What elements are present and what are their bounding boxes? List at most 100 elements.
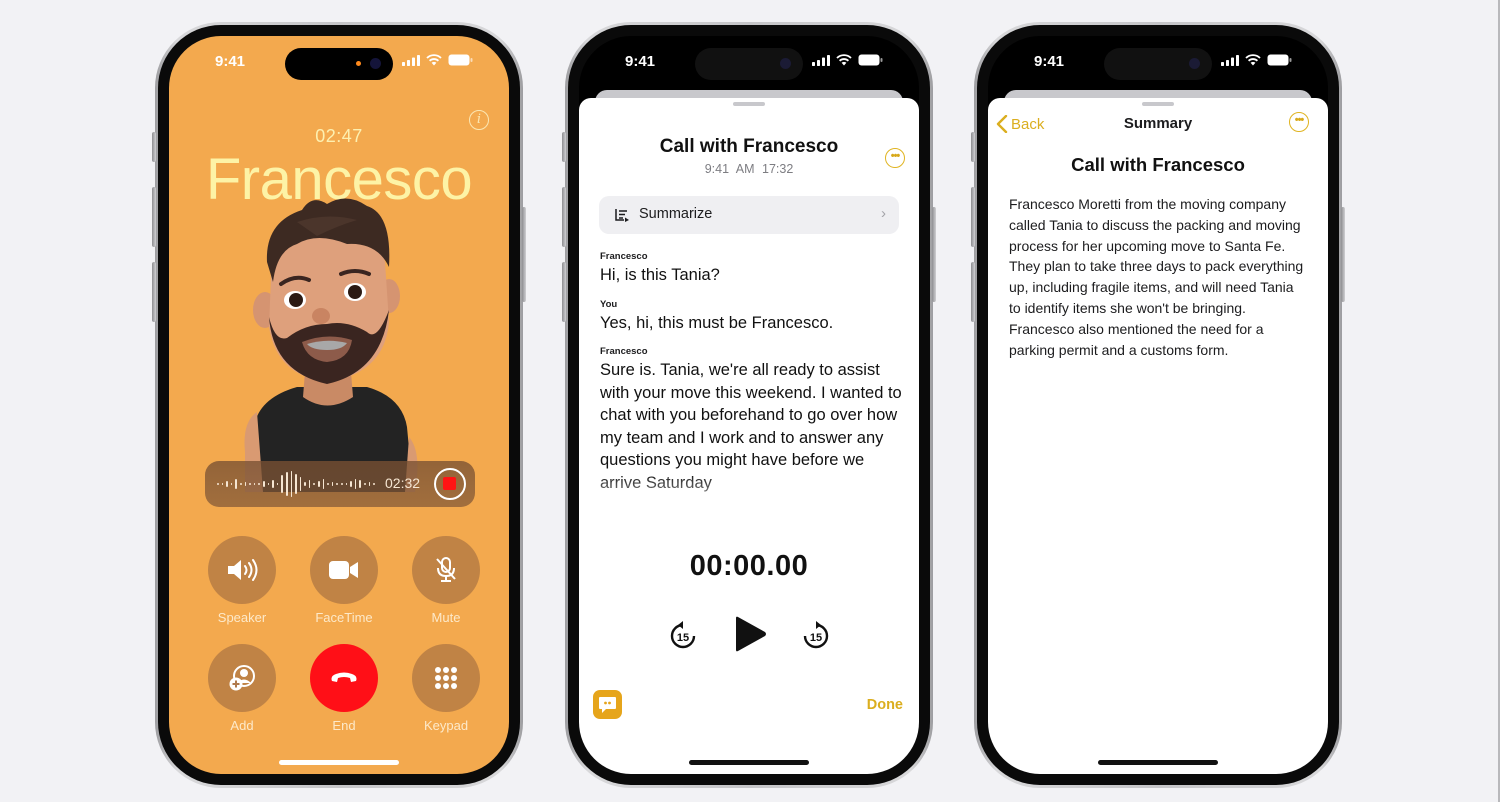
summary-sheet: Summary Back ••• Call with Francesco Fra…	[988, 98, 1328, 774]
waveform-bar	[345, 483, 348, 485]
recording-meta: 9:41 AM 17:32	[704, 162, 794, 176]
recording-screen: 9:41 Call with Francesco 9:41 AM 17:32 •…	[579, 36, 919, 774]
waveform-bar	[373, 483, 375, 485]
more-options-button[interactable]: •••	[1289, 112, 1309, 132]
waveform-bar	[226, 481, 228, 487]
transcript-entry: Francesco Sure is. Tania, we're all read…	[600, 346, 903, 494]
facetime-label: FaceTime	[315, 610, 373, 625]
waveform-bar	[304, 482, 306, 486]
volume-down-button	[971, 262, 975, 322]
skip-forward-15-button[interactable]: 15	[802, 620, 830, 650]
home-indicator[interactable]	[1098, 760, 1218, 765]
add-call-button[interactable]: Add	[208, 644, 276, 733]
waveform-bar	[217, 483, 219, 485]
waveform-bar	[341, 483, 343, 485]
stop-recording-button[interactable]	[434, 468, 466, 500]
speaker-name: Francesco	[600, 346, 648, 357]
call-recording-banner: 02:32	[205, 461, 475, 507]
recording-title: Call with Francesco	[659, 136, 839, 157]
mic-slash-icon	[436, 557, 456, 582]
svg-text:15: 15	[810, 632, 822, 644]
contact-memoji-avatar	[244, 198, 418, 492]
recording-indicator-dot	[356, 61, 361, 66]
end-call-icon	[331, 672, 357, 682]
cellular-signal-icon	[812, 54, 830, 66]
back-button[interactable]: Back	[996, 115, 1044, 133]
waveform-bar	[239, 483, 242, 485]
call-screen: 9:41 i 02:47 Francesco 02:32 Speaker Fac…	[169, 36, 509, 774]
status-time: 9:41	[215, 53, 246, 70]
battery-icon	[448, 54, 473, 66]
keypad-button[interactable]: Keypad	[412, 644, 480, 733]
home-indicator[interactable]	[689, 760, 809, 765]
add-person-icon	[229, 665, 255, 691]
end-call-button[interactable]: End	[310, 644, 378, 733]
done-button[interactable]: Done	[867, 697, 903, 713]
svg-text:15: 15	[677, 632, 689, 644]
facetime-button[interactable]: FaceTime	[310, 536, 378, 625]
waveform-bar	[313, 483, 316, 485]
waveform-bar	[230, 483, 233, 485]
waveform-bar	[318, 481, 320, 487]
speaker-label: Speaker	[217, 610, 267, 625]
waveform-bar	[281, 475, 283, 493]
volume-up-button	[971, 187, 975, 247]
dynamic-island	[285, 48, 393, 80]
phone-summary-screen: 9:41 Summary Back ••• Call with Francesc…	[971, 22, 1345, 788]
keypad-label: Keypad	[423, 718, 469, 733]
speaker-button[interactable]: Speaker	[208, 536, 276, 625]
volume-down-button	[152, 262, 156, 322]
waveform-bar	[299, 477, 302, 491]
waveform-bar	[262, 481, 265, 487]
ellipsis-icon: •••	[890, 150, 901, 162]
waveform-bar	[322, 479, 325, 489]
transcript-toggle-button[interactable]	[593, 690, 622, 719]
wifi-icon	[836, 54, 852, 66]
waveform-bar	[221, 483, 224, 485]
waveform-bar	[295, 474, 297, 494]
summary-text: Francesco Moretti from the moving compan…	[1009, 196, 1304, 358]
keypad-icon	[435, 667, 457, 689]
home-indicator[interactable]	[279, 760, 399, 765]
action-button	[152, 132, 156, 162]
transcript-entry: Francesco Hi, is this Tania?	[600, 251, 903, 287]
waveform-bar	[308, 480, 311, 488]
play-button[interactable]	[733, 616, 767, 652]
battery-icon	[858, 54, 883, 66]
action-button	[971, 132, 975, 162]
summarize-label: Summarize	[639, 206, 713, 222]
sheet-grabber[interactable]	[733, 102, 765, 106]
chevron-left-icon	[996, 115, 1008, 133]
waveform-bar	[327, 483, 329, 485]
status-time: 9:41	[625, 53, 656, 70]
wifi-icon	[1245, 54, 1261, 66]
volume-up-button	[562, 187, 566, 247]
sheet-grabber[interactable]	[1142, 102, 1174, 106]
skip-back-15-button[interactable]: 15	[669, 620, 697, 650]
mute-label: Mute	[431, 610, 461, 625]
summarize-icon	[615, 209, 629, 222]
dynamic-island	[1104, 48, 1212, 80]
waveform-bar	[359, 480, 361, 488]
mute-button[interactable]: Mute	[412, 536, 480, 625]
more-options-button[interactable]: •••	[885, 148, 905, 168]
audio-waveform	[217, 470, 375, 498]
action-button	[562, 132, 566, 162]
side-button	[932, 207, 936, 302]
speaker-name: Francesco	[600, 251, 648, 262]
summarize-button[interactable]: Summarize ›	[599, 196, 899, 234]
volume-down-button	[562, 262, 566, 322]
waveform-bar	[364, 483, 366, 485]
end-label: End	[332, 718, 356, 733]
back-label: Back	[1011, 115, 1045, 133]
waveform-bar	[331, 482, 334, 486]
waveform-bar	[244, 482, 247, 486]
summary-screen: 9:41 Summary Back ••• Call with Francesc…	[988, 36, 1328, 774]
recording-sheet: Call with Francesco 9:41 AM 17:32 ••• Su…	[579, 98, 919, 774]
speaker-name: You	[600, 298, 618, 310]
waveform-bar	[253, 483, 256, 485]
waveform-bar	[350, 481, 352, 487]
cellular-signal-icon	[402, 54, 420, 66]
phone-call-screen: 9:41 i 02:47 Francesco 02:32 Speaker Fac…	[152, 22, 526, 788]
video-camera-icon	[329, 561, 358, 579]
